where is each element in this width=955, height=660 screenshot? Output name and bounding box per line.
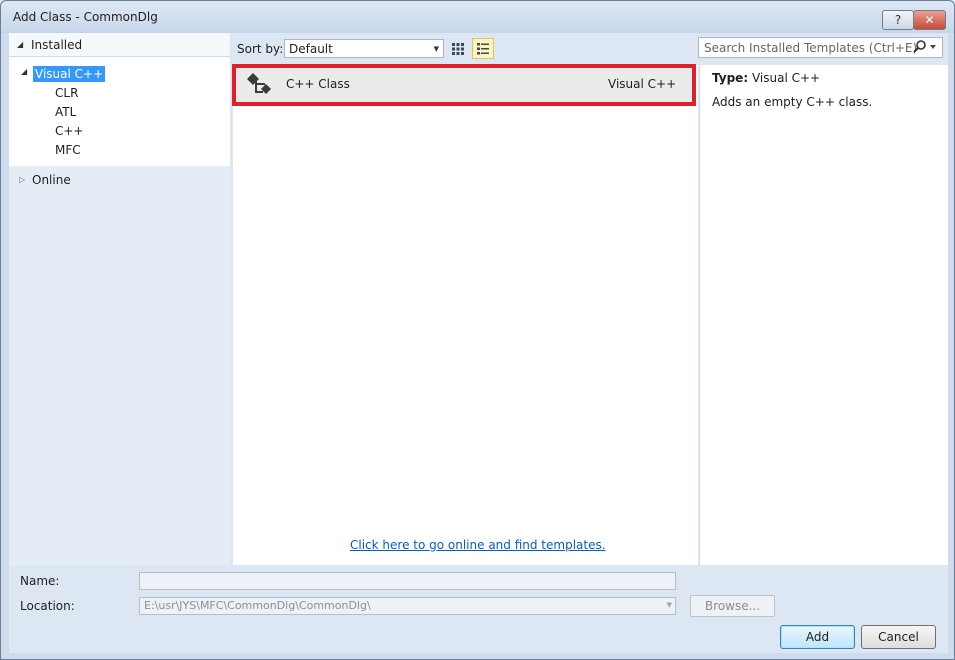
location-label: Location: — [20, 599, 75, 613]
cpp-class-icon — [247, 73, 271, 94]
title-bar[interactable]: Add Class - CommonDlg ? ✕ — [1, 1, 954, 33]
list-view-icon — [477, 42, 489, 54]
tree-node-visual-cpp[interactable]: Visual C++ — [33, 66, 106, 82]
sort-value: Default — [289, 42, 333, 56]
add-class-dialog: Add Class - CommonDlg ? ✕ ◢ Installed ◢ … — [0, 0, 955, 660]
sort-toolbar: Sort by: Default ▼ — [233, 33, 698, 63]
sort-label: Sort by: — [237, 42, 284, 56]
search-icon[interactable] — [912, 39, 938, 56]
online-templates-link[interactable]: Click here to go online and find templat… — [350, 538, 606, 552]
sort-dropdown[interactable]: Default ▼ — [284, 39, 444, 58]
dialog-body: ◢ Installed ◢ Visual C++ CLR ATL C++ MFC… — [9, 33, 948, 653]
expanded-arrow-icon[interactable]: ◢ — [21, 67, 27, 76]
name-label: Name: — [20, 574, 60, 588]
type-label: Type: — [712, 71, 749, 85]
tree-installed-children: ◢ Visual C++ CLR ATL C++ MFC — [9, 57, 230, 166]
browse-button[interactable]: Browse... — [690, 595, 775, 617]
search-placeholder: Search Installed Templates (Ctrl+E) — [704, 41, 918, 55]
tree-node-atl[interactable]: ATL — [55, 105, 76, 119]
tree-node-cpp[interactable]: C++ — [55, 124, 84, 138]
expanded-arrow-icon[interactable]: ◢ — [17, 40, 23, 49]
location-value: E:\usr\JYS\MFC\CommonDlg\CommonDlg\ — [144, 599, 371, 612]
type-line: Type: Visual C++ — [712, 71, 820, 85]
collapsed-arrow-icon[interactable]: ▷ — [19, 175, 25, 184]
template-details: Type: Visual C++ Adds an empty C++ class… — [699, 65, 948, 565]
location-field[interactable]: E:\usr\JYS\MFC\CommonDlg\CommonDlg\ ▼ — [139, 597, 676, 615]
template-list: C++ Class Visual C++ Click here to go on… — [232, 64, 698, 565]
help-icon: ? — [894, 13, 902, 27]
list-view-button[interactable] — [472, 38, 494, 59]
name-field[interactable] — [139, 572, 676, 590]
template-item-cpp-class[interactable]: C++ Class Visual C++ — [232, 64, 696, 106]
class-form: Name: Location: E:\usr\JYS\MFC\CommonDlg… — [9, 565, 948, 653]
add-button[interactable]: Add — [780, 625, 855, 649]
type-value: Visual C++ — [751, 71, 821, 85]
tree-label-installed: Installed — [31, 38, 83, 52]
template-language: Visual C++ — [608, 77, 677, 91]
grid-view-button[interactable] — [447, 38, 469, 59]
close-button[interactable]: ✕ — [913, 10, 946, 30]
tree-node-mfc[interactable]: MFC — [55, 143, 81, 157]
template-name: C++ Class — [286, 77, 350, 91]
help-button[interactable]: ? — [882, 10, 914, 30]
window-title: Add Class - CommonDlg — [13, 10, 158, 24]
tree-node-installed[interactable]: ◢ Installed — [9, 33, 230, 57]
search-input[interactable]: Search Installed Templates (Ctrl+E) — [698, 37, 943, 58]
tree-label-online: Online — [32, 173, 71, 187]
tree-node-clr[interactable]: CLR — [55, 86, 78, 100]
template-description: Adds an empty C++ class. — [712, 95, 873, 109]
dropdown-arrow-icon: ▼ — [433, 45, 439, 53]
dropdown-arrow-icon[interactable]: ▼ — [667, 601, 672, 609]
cancel-button[interactable]: Cancel — [861, 625, 936, 649]
close-icon: ✕ — [924, 13, 935, 27]
template-tree: ◢ Installed ◢ Visual C++ CLR ATL C++ MFC… — [9, 33, 230, 565]
grid-view-icon — [452, 42, 464, 55]
